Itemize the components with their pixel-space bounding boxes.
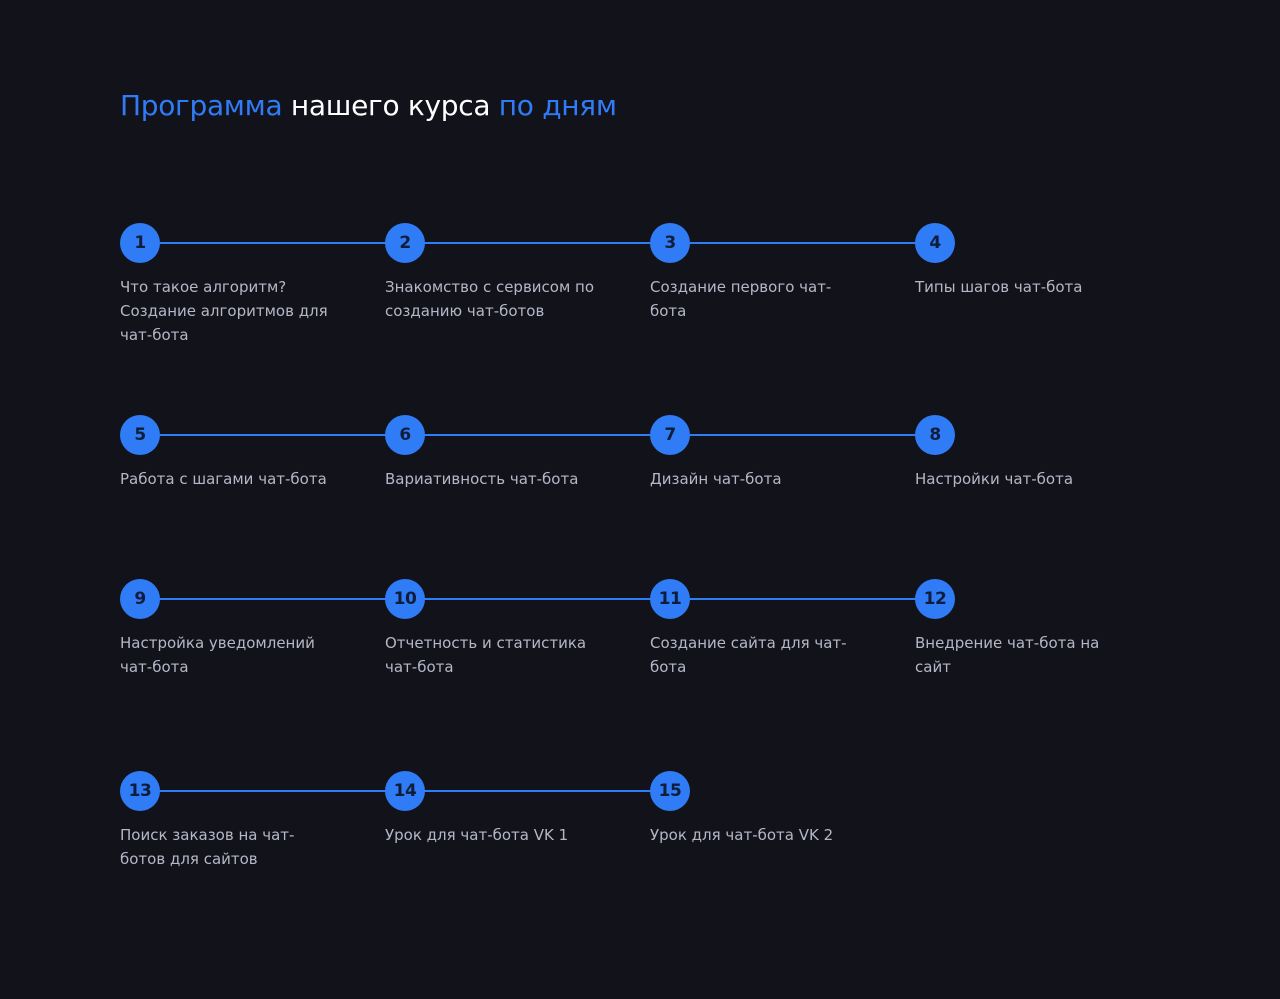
timeline-row-1: 1 Что такое алгоритм? Создание алгоритмо… (0, 223, 1280, 344)
day-topic: Поиск заказов на чат-ботов для сайтов (120, 826, 295, 868)
day-topic: Работа с шагами чат-бота (120, 470, 327, 488)
day-number-badge: 1 (120, 223, 160, 263)
title-accent-start: Программа (120, 89, 283, 122)
day-topic: Вариативность чат-бота (385, 470, 579, 488)
day-topic: Создание сайта для чат-бота (650, 634, 847, 676)
day-number-badge: 3 (650, 223, 690, 263)
timeline-row-4: 13 Поиск заказов на чат-ботов для сайтов… (0, 771, 1280, 868)
day-number-badge: 6 (385, 415, 425, 455)
timeline-connector (140, 242, 935, 244)
day-number-badge: 10 (385, 579, 425, 619)
day-number-badge: 13 (120, 771, 160, 811)
day-number-badge: 14 (385, 771, 425, 811)
day-topic: Внедрение чат-бота на сайт (915, 634, 1100, 676)
title-middle: нашего курса (290, 89, 491, 122)
day-topic: Типы шагов чат-бота (915, 278, 1083, 296)
day-number-badge: 11 (650, 579, 690, 619)
timeline-connector (140, 434, 935, 436)
day-topic: Знакомство с сервисом по созданию чат-бо… (385, 278, 595, 320)
day-number-badge: 4 (915, 223, 955, 263)
day-topic: Что такое алгоритм? Создание алгоритмов … (120, 278, 328, 344)
day-number-badge: 12 (915, 579, 955, 619)
title-accent-end: по дням (498, 89, 617, 122)
day-number-badge: 9 (120, 579, 160, 619)
day-number-badge: 5 (120, 415, 160, 455)
day-topic: Настройки чат-бота (915, 470, 1074, 488)
timeline-connector (140, 598, 935, 600)
timeline-row-3: 9 Настройка уведомлений чат-бота 10 Отче… (0, 579, 1280, 676)
day-number-badge: 15 (650, 771, 690, 811)
day-topic: Создание первого чат-бота (650, 278, 832, 320)
day-number-badge: 2 (385, 223, 425, 263)
day-topic: Урок для чат-бота VK 2 (650, 826, 834, 844)
day-topic: Урок для чат-бота VK 1 (385, 826, 569, 844)
day-topic: Настройка уведомлений чат-бота (120, 634, 315, 676)
timeline-row-2: 5 Работа с шагами чат-бота 6 Вариативнос… (0, 415, 1280, 488)
day-topic: Дизайн чат-бота (650, 470, 782, 488)
page-title: Программа нашего курса по дням (120, 86, 617, 126)
day-number-badge: 7 (650, 415, 690, 455)
day-number-badge: 8 (915, 415, 955, 455)
day-topic: Отчетность и статистика чат-бота (385, 634, 587, 676)
